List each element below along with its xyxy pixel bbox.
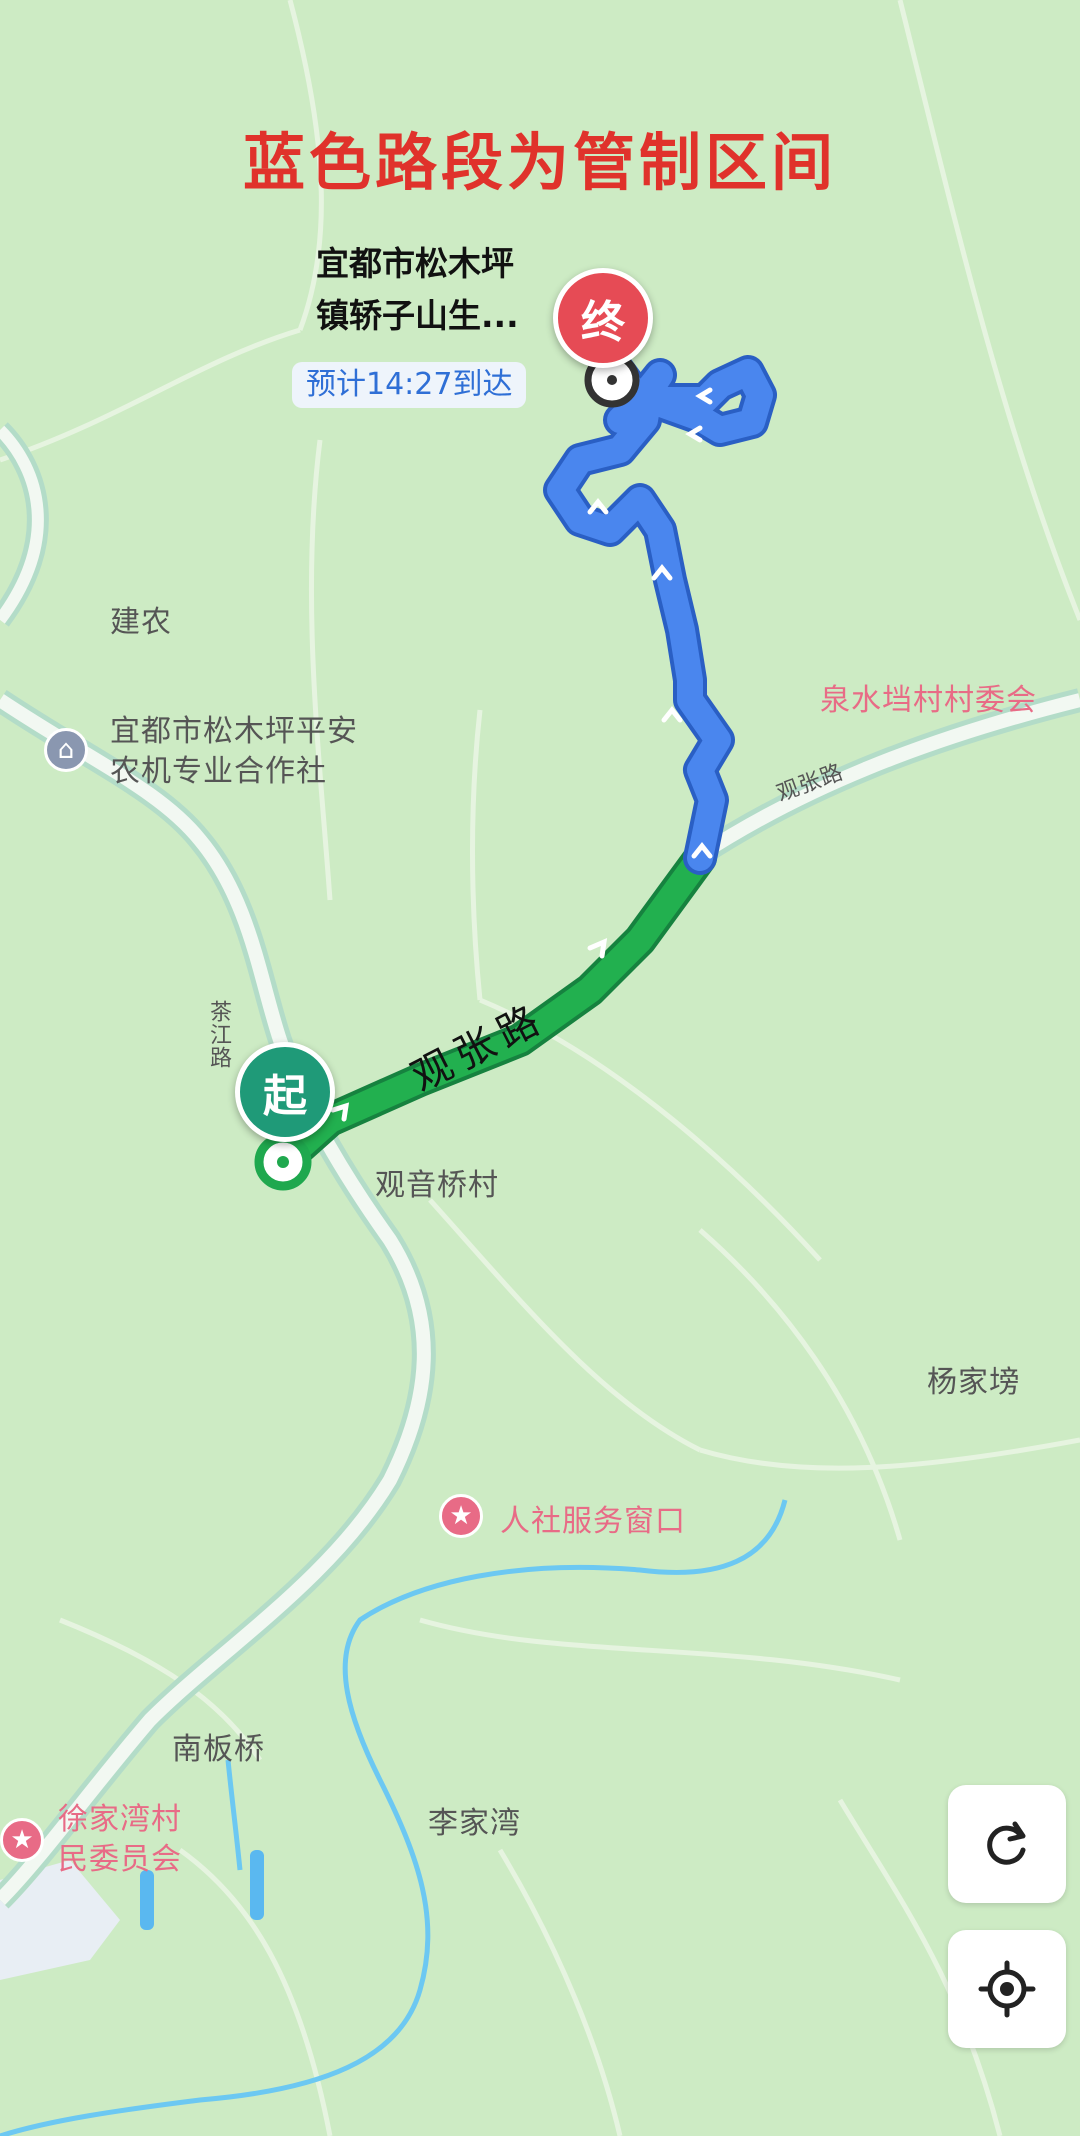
locate-button[interactable] bbox=[948, 1930, 1066, 2048]
xujiawan-label-line1: 徐家湾村 bbox=[58, 1802, 182, 1837]
destination-name[interactable]: 宜都市松木坪 镇轿子山生... bbox=[316, 238, 519, 342]
place-label-lijiawan: 李家湾 bbox=[428, 1806, 521, 1841]
place-label-yangjia: 杨家塝 bbox=[927, 1365, 1020, 1400]
route-banner: 蓝色路段为管制区间 bbox=[242, 126, 837, 199]
renshe-poi-icon[interactable]: ★ bbox=[439, 1494, 483, 1538]
place-label-renshe[interactable]: 人社服务窗口 bbox=[500, 1496, 686, 1540]
cooperative-label-line1: 宜都市松木坪平安 bbox=[110, 714, 358, 749]
start-pin-label: 起 bbox=[263, 1071, 307, 1122]
destination-name-line1: 宜都市松木坪 bbox=[316, 244, 514, 283]
xujiawan-label[interactable]: 徐家湾村 民委员会 bbox=[58, 1800, 182, 1880]
cooperative-poi-icon[interactable]: ⌂ bbox=[44, 728, 88, 772]
refresh-button[interactable] bbox=[948, 1785, 1066, 1903]
road-label-chajiang: 茶江路 bbox=[206, 1000, 231, 1069]
eta-badge: 预计14:27到达 bbox=[292, 362, 527, 408]
destination-name-line2: 镇轿子山生... bbox=[316, 296, 519, 335]
locate-icon bbox=[978, 1960, 1036, 2018]
cooperative-label-line2: 农机专业合作社 bbox=[110, 754, 327, 789]
end-pin[interactable]: 终 bbox=[553, 268, 653, 368]
place-label-guanyinqiao: 观音桥村 bbox=[375, 1168, 499, 1203]
xujiawan-poi-icon[interactable]: ★ bbox=[0, 1818, 44, 1862]
cooperative-label[interactable]: 宜都市松木坪平安 农机专业合作社 bbox=[110, 712, 358, 792]
xujiawan-label-line2: 民委员会 bbox=[58, 1842, 182, 1877]
refresh-icon bbox=[987, 1821, 1026, 1865]
place-label-quanshui[interactable]: 泉水垱村村委会 bbox=[820, 675, 1037, 719]
place-label-jiannong: 建农 bbox=[110, 605, 172, 640]
start-pin[interactable]: 起 bbox=[235, 1042, 335, 1142]
place-label-nanbanqiao: 南板桥 bbox=[172, 1732, 265, 1767]
end-pin-label: 终 bbox=[581, 297, 625, 348]
